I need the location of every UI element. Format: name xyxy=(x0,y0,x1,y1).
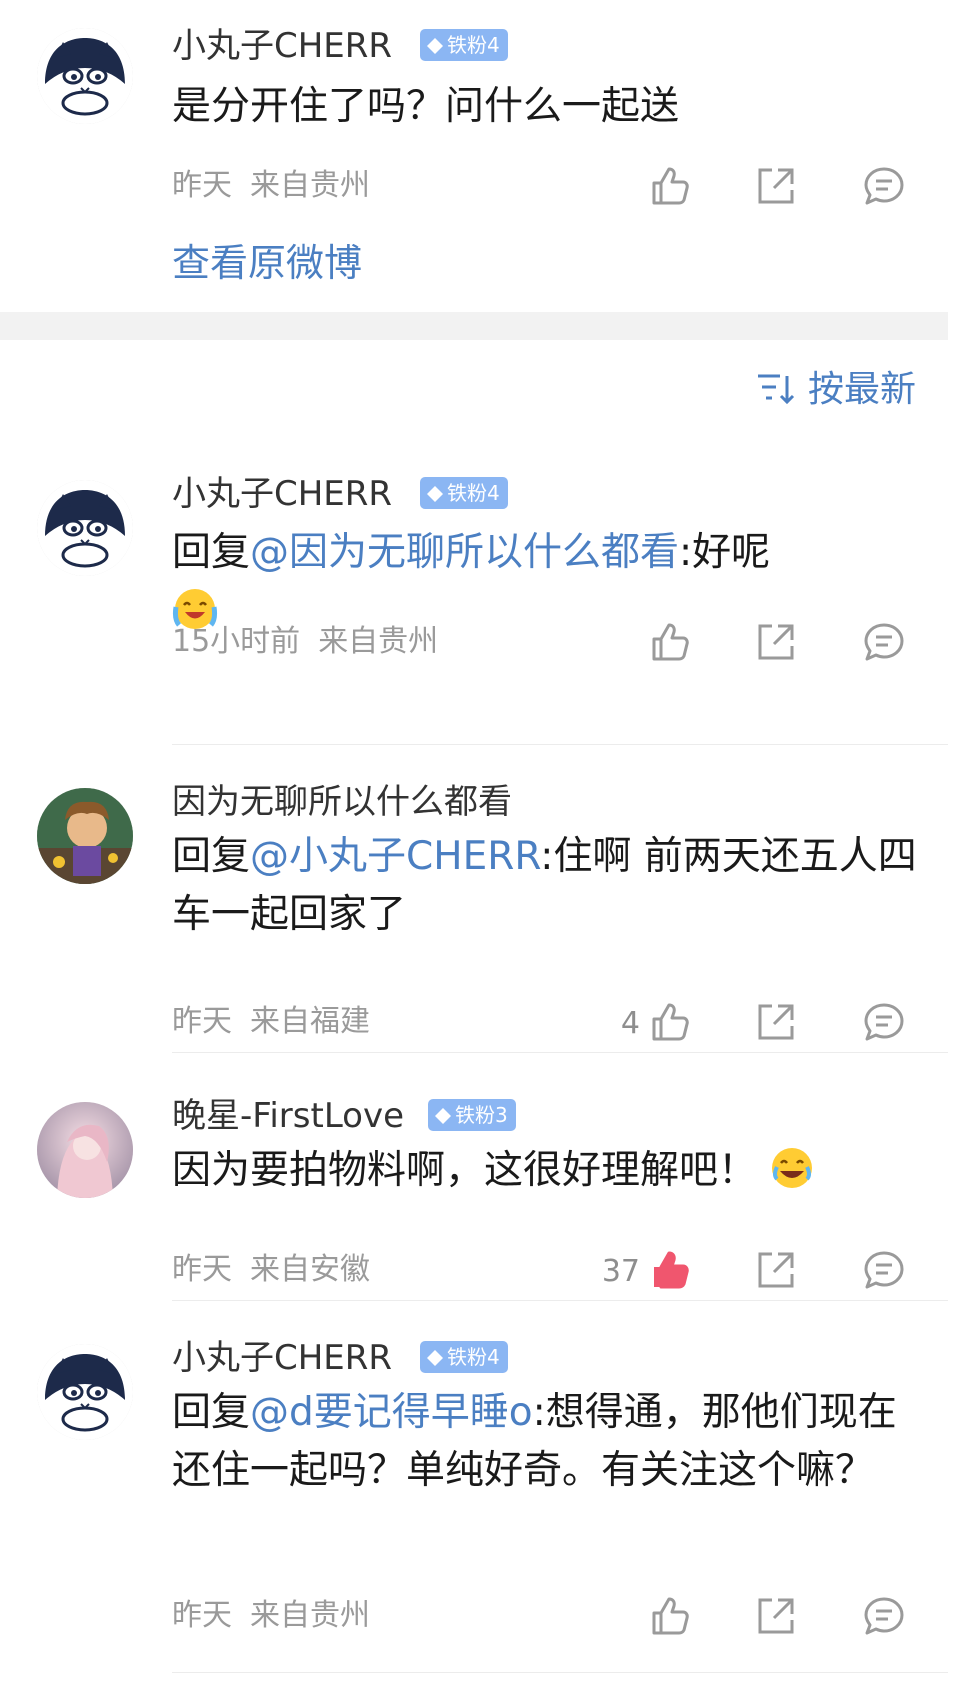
comment-item: 晚星-FirstLove 铁粉3 因为要拍物料啊，这很好理解吧！ 昨天 来自安徽 … xyxy=(0,1080,960,1301)
sort-button[interactable]: 按最新 xyxy=(756,368,916,412)
badge-label: 铁粉4 xyxy=(447,481,500,505)
sort-icon xyxy=(757,374,795,405)
avatar[interactable] xyxy=(37,1102,133,1198)
comment-item: 小丸子CHERR 铁粉4 回复@d要记得早睡o:想得通，那他们现在还住一起吗？单… xyxy=(0,1320,960,1696)
comment-thread-page: 小丸子CHERR 铁粉4 是分开住了吗？问什么一起送 昨天 来自贵州 查看原微博 … xyxy=(0,0,960,1696)
diamond-icon xyxy=(427,486,443,502)
reply-prefix: 回复 xyxy=(172,834,251,879)
mention-link[interactable]: @小丸子CHERR xyxy=(250,834,540,879)
username[interactable]: 小丸子CHERR xyxy=(172,1338,392,1378)
diamond-icon xyxy=(427,38,443,54)
diamond-icon xyxy=(435,1108,451,1124)
username[interactable]: 因为无聊所以什么都看 xyxy=(172,782,512,822)
share-icon[interactable] xyxy=(754,1000,798,1044)
original-comment: 小丸子CHERR 铁粉4 是分开住了吗？问什么一起送 昨天 来自贵州 查看原微博 xyxy=(0,0,960,312)
reply-icon[interactable] xyxy=(862,620,906,664)
timestamp: 昨天 xyxy=(172,1004,232,1039)
like-count: 4 xyxy=(620,1006,640,1041)
avatar[interactable] xyxy=(37,28,133,124)
location: 来自贵州 xyxy=(318,624,439,659)
like-count: 37 xyxy=(601,1254,640,1289)
divider xyxy=(172,744,948,745)
avatar[interactable] xyxy=(37,480,133,576)
reply-text: 因为要拍物料啊，这很好理解吧！ xyxy=(172,1148,758,1193)
timestamp: 15小时前 xyxy=(172,624,301,659)
sort-label: 按最新 xyxy=(807,369,916,410)
fan-badge: 铁粉4 xyxy=(420,1341,508,1373)
timestamp: 昨天 xyxy=(172,168,232,203)
username[interactable]: 小丸子CHERR xyxy=(172,26,392,66)
share-icon[interactable] xyxy=(754,620,798,664)
share-icon[interactable] xyxy=(754,164,798,208)
comment-text: 回复@小丸子CHERR:住啊 前两天还五人四车一起回家了 xyxy=(172,828,932,944)
comment-meta: 昨天 来自安徽 xyxy=(172,1252,370,1288)
reply-prefix: 回复 xyxy=(172,1390,251,1435)
comment-text: 是分开住了吗？问什么一起送 xyxy=(172,84,680,129)
like-icon[interactable] xyxy=(648,164,692,208)
badge-label: 铁粉4 xyxy=(447,1345,500,1369)
location: 来自贵州 xyxy=(250,1598,370,1633)
avatar[interactable] xyxy=(37,1344,133,1440)
location: 来自贵州 xyxy=(250,168,370,203)
divider xyxy=(172,1300,948,1301)
laughing-tears-emoji xyxy=(772,1148,813,1188)
reply-icon[interactable] xyxy=(862,1248,906,1292)
comment-item: 小丸子CHERR 铁粉4 回复@因为无聊所以什么都看:好呢 15小时前 来自贵州 xyxy=(0,440,960,745)
timestamp: 昨天 xyxy=(172,1598,232,1633)
badge-label: 铁粉3 xyxy=(455,1103,508,1127)
fan-badge: 铁粉3 xyxy=(428,1099,516,1131)
like-icon[interactable] xyxy=(648,620,692,664)
comment-meta: 15小时前 来自贵州 xyxy=(172,624,438,660)
mention-link[interactable]: @因为无聊所以什么都看 xyxy=(250,530,679,575)
timestamp: 昨天 xyxy=(172,1252,232,1287)
comment-meta: 昨天 来自贵州 xyxy=(172,1598,370,1634)
reply-icon[interactable] xyxy=(862,164,906,208)
badge-label: 铁粉4 xyxy=(447,33,500,57)
like-icon[interactable] xyxy=(648,1594,692,1638)
reply-icon[interactable] xyxy=(862,1000,906,1044)
location: 来自安徽 xyxy=(250,1252,370,1287)
comment-text: 回复@d要记得早睡o:想得通，那他们现在还住一起吗？单纯好奇。有关注这个嘛？ xyxy=(172,1384,932,1500)
diamond-icon xyxy=(427,1350,443,1366)
username[interactable]: 晚星-FirstLove xyxy=(172,1096,404,1136)
comment-meta: 昨天 来自贵州 xyxy=(172,168,370,204)
divider xyxy=(172,1672,948,1673)
liked-icon[interactable] xyxy=(648,1248,692,1292)
mention-link[interactable]: @d要记得早睡o xyxy=(250,1390,533,1435)
location: 来自福建 xyxy=(250,1004,370,1039)
view-original-link[interactable]: 查看原微博 xyxy=(172,240,362,286)
like-icon[interactable] xyxy=(648,1000,692,1044)
fan-badge: 铁粉4 xyxy=(420,29,508,61)
comment-text: 因为要拍物料啊，这很好理解吧！ xyxy=(172,1142,932,1200)
comment-text: 回复@因为无聊所以什么都看:好呢 xyxy=(172,524,932,640)
username[interactable]: 小丸子CHERR xyxy=(172,474,392,514)
reply-icon[interactable] xyxy=(862,1594,906,1638)
fan-badge: 铁粉4 xyxy=(420,477,508,509)
section-divider xyxy=(0,312,948,340)
share-icon[interactable] xyxy=(754,1248,798,1292)
comment-meta: 昨天 来自福建 xyxy=(172,1004,370,1040)
reply-text: :好呢 xyxy=(679,530,771,575)
avatar[interactable] xyxy=(37,788,133,884)
reply-prefix: 回复 xyxy=(172,530,251,575)
comment-item: 因为无聊所以什么都看 回复@小丸子CHERR:住啊 前两天还五人四车一起回家了 … xyxy=(0,760,960,1053)
share-icon[interactable] xyxy=(754,1594,798,1638)
divider xyxy=(172,1052,948,1053)
